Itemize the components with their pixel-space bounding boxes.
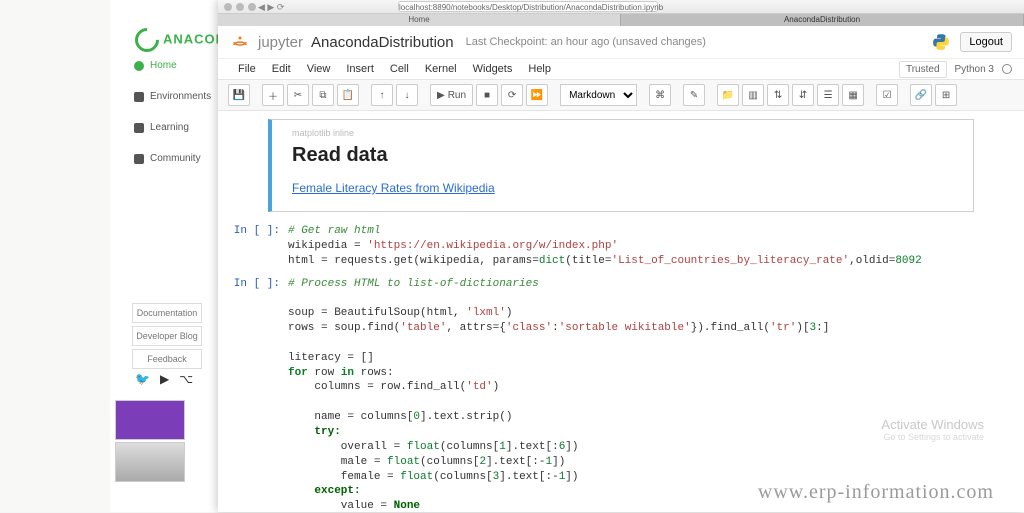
run-button[interactable]: ▶ Run (430, 84, 473, 106)
sort-desc-icon[interactable]: ⇵ (792, 84, 814, 106)
notebook-title[interactable]: AnacondaDistribution (311, 34, 454, 51)
app-tile[interactable] (115, 400, 185, 440)
link-documentation[interactable]: Documentation (132, 303, 202, 323)
menu-bar: File Edit View Insert Cell Kernel Widget… (218, 59, 1024, 80)
notebook-body: matplotlib inline Read data Female Liter… (218, 111, 1024, 513)
menu-view[interactable]: View (299, 59, 339, 79)
command-palette-icon[interactable]: ⌘ (649, 84, 671, 106)
menu-insert[interactable]: Insert (338, 59, 382, 79)
move-up-icon[interactable]: ↑ (371, 84, 393, 106)
tab-home[interactable]: Home (218, 14, 621, 26)
markdown-cell[interactable]: matplotlib inline Read data Female Liter… (268, 119, 974, 212)
social-icons: 🐦 ▶ ⌥ (135, 372, 193, 386)
trusted-badge[interactable]: Trusted (899, 61, 947, 78)
menu-widgets[interactable]: Widgets (465, 59, 521, 79)
browser-toolbar: ◀ ▶ ⟳ localhost:8890/notebooks/Desktop/D… (218, 0, 1024, 14)
logout-button[interactable]: Logout (960, 32, 1012, 52)
cut-icon[interactable]: ✂ (287, 84, 309, 106)
edit-icon[interactable]: ✎ (683, 84, 705, 106)
window-controls[interactable] (224, 3, 256, 11)
run-label: Run (448, 90, 466, 101)
folder-icon[interactable]: 📁 (717, 84, 739, 106)
python-icon (932, 33, 950, 51)
jupyter-toolbar: 💾 ＋ ✂ ⧉ 📋 ↑ ↓ ▶ Run ■ ⟳ ⏩ Markdown ⌘ ✎ 📁… (218, 80, 1024, 111)
save-icon[interactable]: 💾 (228, 84, 250, 106)
menu-edit[interactable]: Edit (264, 59, 299, 79)
home-icon (134, 61, 144, 71)
nav-buttons[interactable]: ◀ ▶ ⟳ (258, 2, 284, 13)
app-tile[interactable] (115, 442, 185, 482)
youtube-icon[interactable]: ▶ (160, 372, 169, 386)
nav-community[interactable]: Community (128, 143, 217, 174)
anaconda-footer-links: Documentation Developer Blog Feedback (132, 300, 202, 372)
github-icon[interactable]: ⌥ (179, 372, 193, 386)
book-icon (134, 123, 144, 133)
copy-icon[interactable]: ⧉ (312, 84, 334, 106)
columns-icon[interactable]: ▥ (742, 84, 764, 106)
nav-label: Learning (150, 122, 189, 133)
menu-cell[interactable]: Cell (382, 59, 417, 79)
md-faint-text: matplotlib inline (292, 128, 953, 138)
image-icon[interactable]: ⊞ (935, 84, 957, 106)
code-cell-1[interactable]: In [ ]: # Get raw html wikipedia = 'http… (228, 224, 974, 269)
cell-prompt: In [ ]: (228, 277, 288, 513)
browser-tabs: Home AnacondaDistribution (218, 14, 1024, 26)
link-feedback[interactable]: Feedback (132, 349, 202, 369)
fast-forward-icon[interactable]: ⏩ (526, 84, 548, 106)
kernel-indicator-icon (1002, 64, 1012, 74)
menu-kernel[interactable]: Kernel (417, 59, 465, 79)
code-body[interactable]: # Process HTML to list-of-dictionaries s… (288, 277, 974, 513)
menu-file[interactable]: File (230, 59, 264, 79)
kernel-name[interactable]: Python 3 (955, 64, 994, 75)
watermark: www.erp-information.com (758, 481, 994, 504)
nav-environments[interactable]: Environments (128, 81, 217, 112)
jupyter-header: jupyter AnacondaDistribution Last Checkp… (218, 26, 1024, 59)
link-icon[interactable]: 🔗 (910, 84, 932, 106)
stop-icon[interactable]: ■ (476, 84, 498, 106)
twitter-icon[interactable]: 🐦 (135, 372, 150, 386)
check-icon[interactable]: ☑ (876, 84, 898, 106)
jupyter-word: jupyter (258, 34, 303, 51)
code-body[interactable]: # Get raw html wikipedia = 'https://en.w… (288, 224, 974, 269)
people-icon (134, 154, 144, 164)
nav-home[interactable]: Home (128, 50, 217, 81)
md-heading: Read data (292, 144, 953, 167)
menu-help[interactable]: Help (520, 59, 559, 79)
cell-prompt: In [ ]: (228, 224, 288, 269)
sort-asc-icon[interactable]: ⇅ (767, 84, 789, 106)
activate-windows: Activate Windows Go to Settings to activ… (881, 417, 984, 442)
nav-label: Environments (150, 91, 211, 102)
code-cell-2[interactable]: In [ ]: # Process HTML to list-of-dictio… (228, 277, 974, 513)
nav-label: Community (150, 153, 201, 164)
cube-icon (134, 92, 144, 102)
url-bar[interactable]: localhost:8890/notebooks/Desktop/Distrib… (398, 1, 658, 12)
jupyter-logo-icon (230, 32, 250, 52)
restart-icon[interactable]: ⟳ (501, 84, 523, 106)
checkpoint-text: Last Checkpoint: an hour ago (unsaved ch… (466, 36, 706, 48)
anaconda-logo: ANACON (135, 28, 226, 52)
paste-icon[interactable]: 📋 (337, 84, 359, 106)
move-down-icon[interactable]: ↓ (396, 84, 418, 106)
cell-type-select[interactable]: Markdown (560, 84, 637, 106)
add-cell-icon[interactable]: ＋ (262, 84, 284, 106)
anaconda-nav: Home Environments Learning Community (128, 50, 217, 174)
nav-learning[interactable]: Learning (128, 112, 217, 143)
md-link[interactable]: Female Literacy Rates from Wikipedia (292, 181, 495, 195)
nav-label: Home (150, 60, 177, 71)
grid-icon[interactable]: ▦ (842, 84, 864, 106)
list-icon[interactable]: ☰ (817, 84, 839, 106)
tab-notebook[interactable]: AnacondaDistribution (621, 14, 1024, 26)
link-developer-blog[interactable]: Developer Blog (132, 326, 202, 346)
